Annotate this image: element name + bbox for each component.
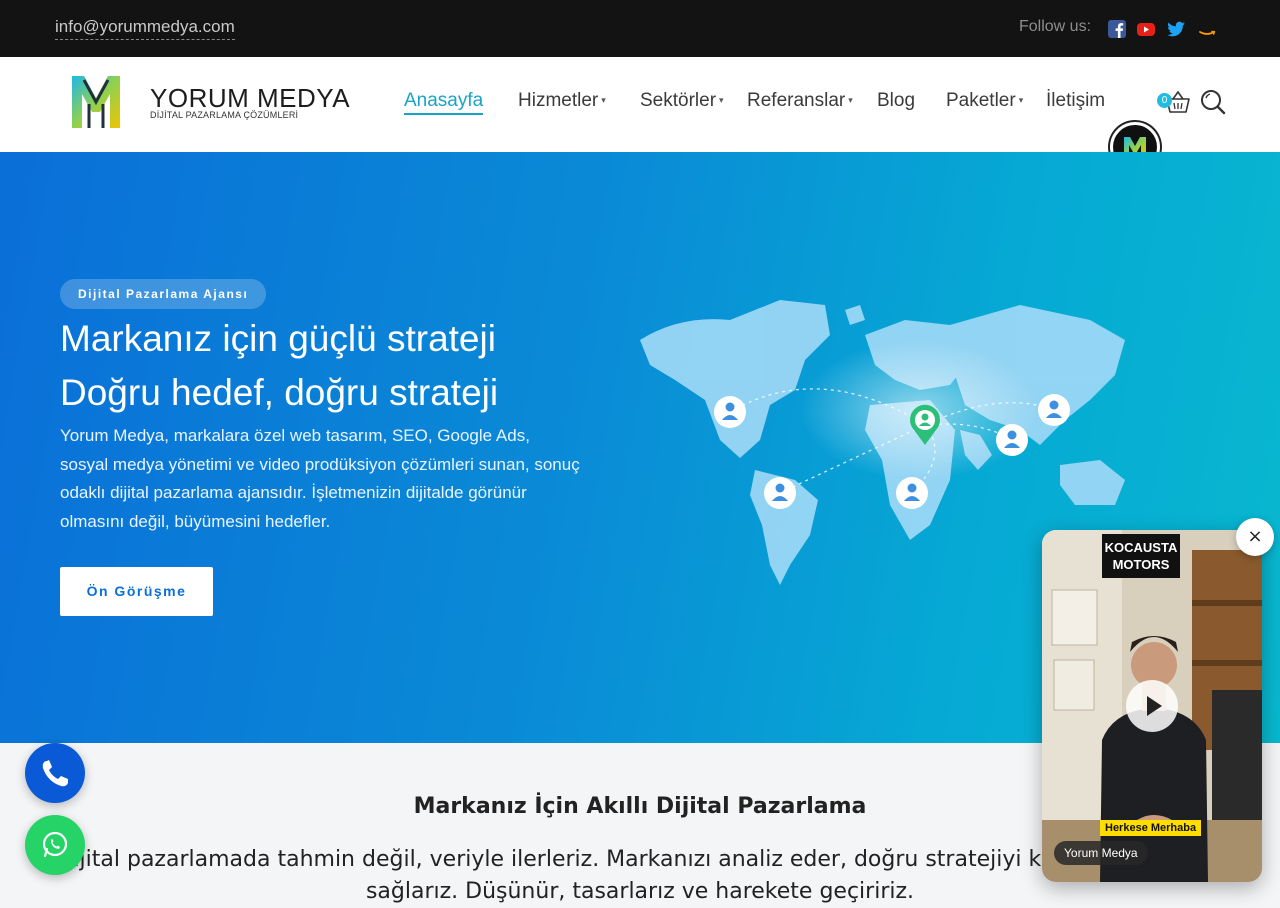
nav-label: Blog [877,90,916,111]
chevron-down-icon: ▾ [719,95,724,105]
nav-item-iletisim[interactable]: İletişim [1046,90,1105,112]
video-popup[interactable]: KOCAUSTA MOTORS Herkese Merhaba Yorum Me… [1042,530,1262,882]
chevron-down-icon: ▾ [848,95,853,105]
nav-label: Paketler [946,90,1016,111]
video-overlay-tag: Herkese Merhaba [1100,820,1202,836]
facebook-icon[interactable] [1107,19,1127,39]
nav-item-blog[interactable]: Blog [877,90,915,112]
phone-call-button[interactable] [25,743,85,803]
chevron-down-icon: ▾ [1018,95,1024,105]
close-video-button[interactable]: × [1236,518,1274,556]
hero-title-line2: Doğru hedef, doğru strateji [60,372,499,413]
play-icon [1147,696,1162,716]
nav-label: İletişim [1046,90,1106,111]
video-channel-label: Yorum Medya [1054,841,1148,865]
nav-label: Anasayfa [404,90,484,111]
hero-title-line1: Markanız için güçlü strateji [60,318,496,359]
whatsapp-button[interactable] [25,815,85,875]
play-button[interactable] [1126,680,1178,732]
nav-item-referanslar[interactable]: Referanslar ▾ [747,90,853,112]
brand-logo[interactable] [70,72,122,132]
nav-item-hizmetler[interactable]: Hizmetler ▾ [518,90,606,112]
phone-icon [42,760,68,787]
nav-label: Referanslar [747,90,846,111]
nav-item-sektorler[interactable]: Sektörler ▾ [640,90,724,112]
hero-description: Yorum Medya, markalara özel web tasarım,… [60,426,580,531]
brand-tagline: DİJİTAL PAZARLAMA ÇÖZÜMLERİ [150,110,299,120]
chevron-down-icon: ▾ [601,95,606,105]
youtube-icon[interactable] [1136,19,1156,39]
sign-line2: MOTORS [1112,557,1170,572]
kocausta-sign: KOCAUSTA MOTORS [1102,534,1180,578]
search-icon[interactable] [1200,89,1226,115]
nav-item-paketler[interactable]: Paketler ▾ [946,90,1023,112]
nav-label: Sektörler [640,90,717,111]
twitter-icon[interactable] [1166,19,1186,39]
follow-us-label: Follow us: [1019,18,1092,35]
nav-item-anasayfa[interactable]: Anasayfa [404,90,484,115]
pre-meeting-button[interactable]: Ön Görüşme [60,567,213,616]
whatsapp-icon [42,831,68,858]
sign-line1: KOCAUSTA [1104,540,1178,555]
top-bar: info@yorummedya.com Follow us: [0,0,1280,57]
email-link[interactable]: info@yorummedya.com [55,17,235,40]
cart-count-badge: 0 [1157,93,1172,108]
nav-label: Hizmetler [518,90,599,111]
hero-badge: Dijital Pazarlama Ajansı [60,279,267,309]
amazon-icon[interactable] [1197,19,1217,39]
